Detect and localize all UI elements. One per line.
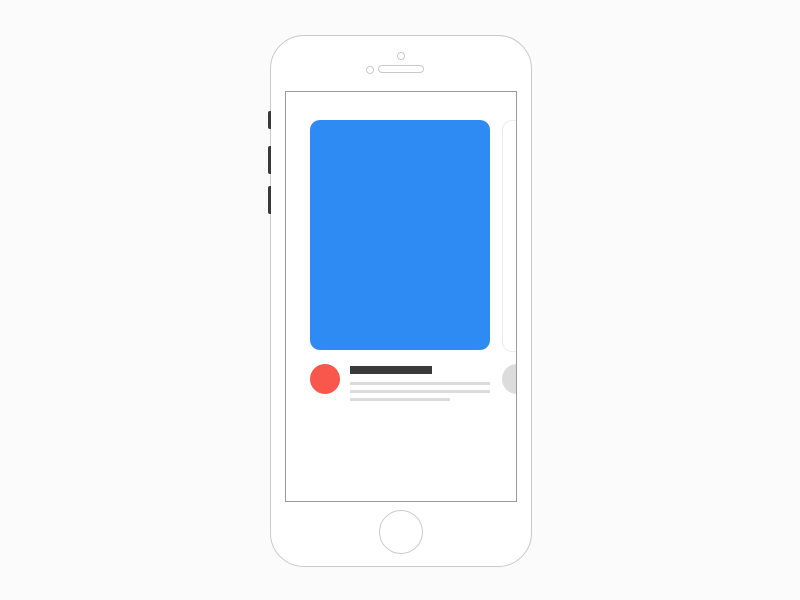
earpiece-speaker-icon <box>378 65 424 73</box>
card-image-placeholder[interactable] <box>310 120 490 350</box>
carousel-card[interactable] <box>310 120 490 404</box>
text-line-placeholder <box>350 398 450 401</box>
card-carousel[interactable] <box>286 120 516 501</box>
mute-switch[interactable] <box>268 111 271 129</box>
card-title-placeholder <box>350 366 432 374</box>
text-line-placeholder <box>350 390 490 393</box>
home-button[interactable] <box>379 510 423 554</box>
carousel-card-peek[interactable] <box>502 120 517 352</box>
phone-frame <box>270 35 532 567</box>
card-meta <box>310 364 490 404</box>
phone-screen <box>285 91 517 502</box>
volume-up-button[interactable] <box>268 146 271 174</box>
avatar-icon[interactable] <box>310 364 340 394</box>
avatar-icon[interactable] <box>502 364 517 394</box>
text-line-placeholder <box>350 382 490 385</box>
front-camera-icon <box>366 66 374 74</box>
proximity-sensor-icon <box>397 52 405 60</box>
volume-down-button[interactable] <box>268 186 271 214</box>
